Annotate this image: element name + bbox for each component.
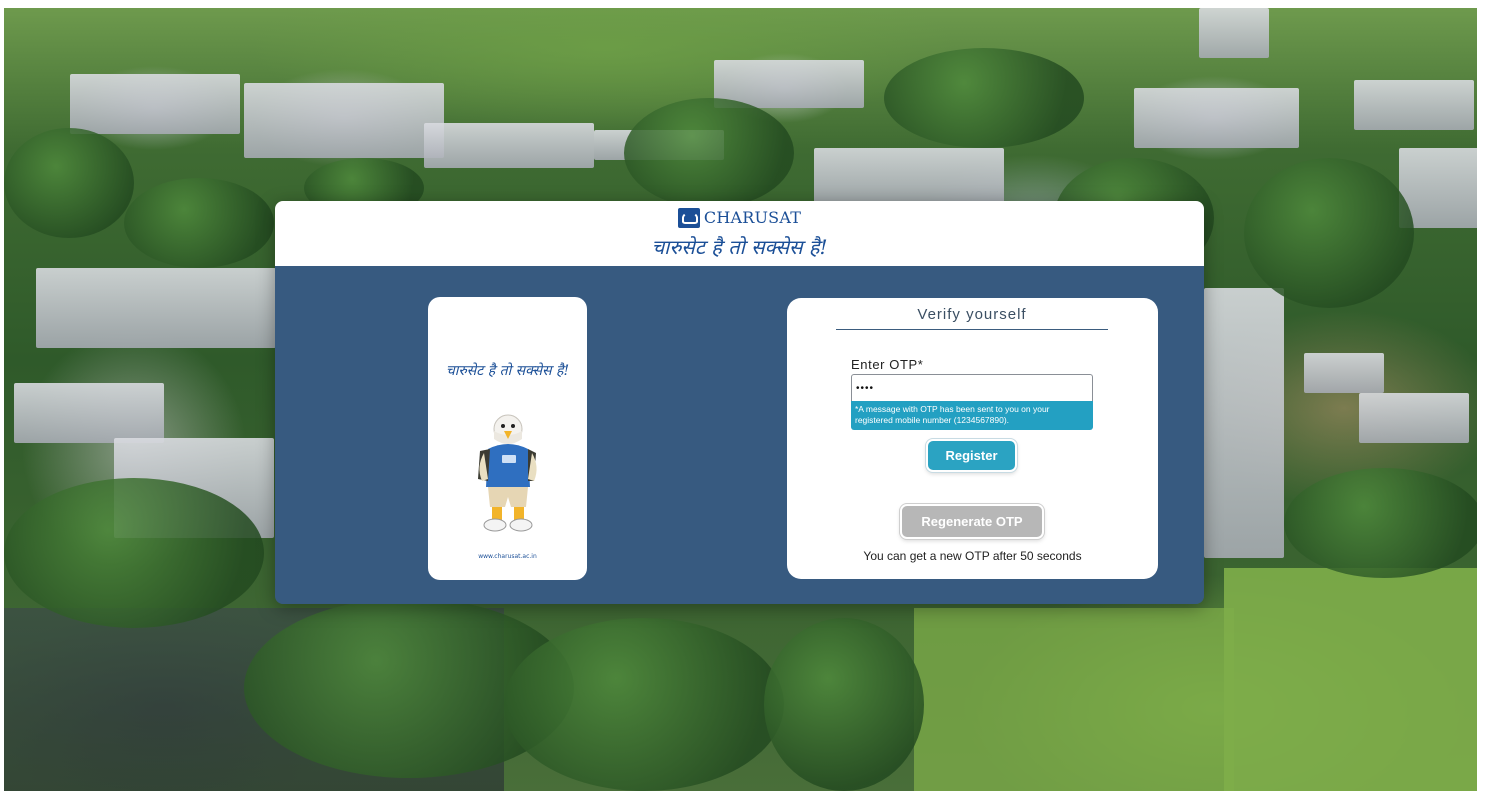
otp-input[interactable] <box>851 374 1093 401</box>
poster-tagline: चारुसेट है तो सक्सेस है! <box>445 363 570 379</box>
eagle-mascot-icon <box>478 414 537 532</box>
mascot-poster: चारुसेट है तो सक्सेस है! www.charusat.ac… <box>428 297 587 580</box>
header-tagline: चारुसेट है तो सक्सेस है! <box>651 235 828 259</box>
logo-text: CHARUSAT <box>703 208 802 227</box>
verify-panel: Verify yourself Enter OTP* *A message wi… <box>787 298 1158 579</box>
register-button[interactable]: Register <box>926 439 1017 472</box>
resend-timer-note: You can get a new OTP after 50 seconds <box>863 549 1082 563</box>
otp-label: Enter OTP* <box>851 357 924 372</box>
verify-title: Verify yourself <box>836 306 1108 330</box>
registration-card: CHARUSAT चारुसेट है तो सक्सेस है! चारुसे… <box>275 201 1204 604</box>
regenerate-otp-button[interactable]: Regenerate OTP <box>900 504 1044 539</box>
card-header: CHARUSAT चारुसेट है तो सक्सेस है! <box>275 201 1204 266</box>
card-body: चारुसेट है तो सक्सेस है! www.charusat.ac… <box>275 266 1204 604</box>
charusat-logo: CHARUSAT <box>275 208 1204 228</box>
charusat-logo-icon <box>677 208 700 228</box>
otp-help-message: *A message with OTP has been sent to you… <box>851 401 1093 430</box>
poster-url: www.charusat.ac.in <box>478 553 537 560</box>
